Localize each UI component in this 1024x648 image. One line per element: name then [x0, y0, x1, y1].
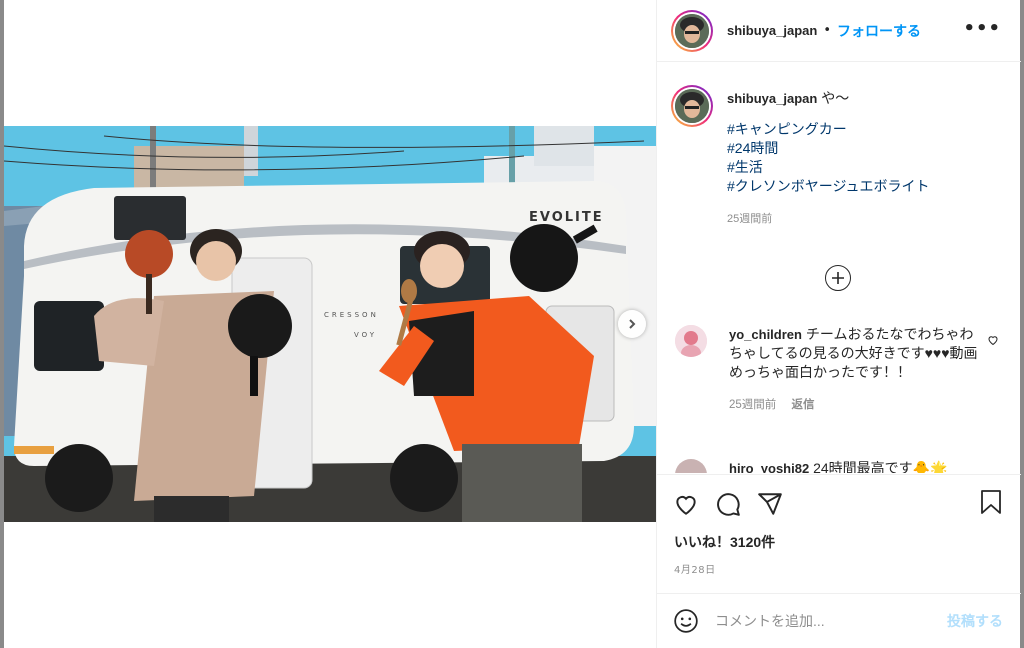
post-header: shibuya_japan • フォローする ••• [657, 0, 1021, 62]
like-button[interactable] [673, 491, 699, 517]
add-comment-bar: 投稿する [657, 593, 1021, 648]
hashtag-list: #キャンピングカー #24時間 #生活 #クレソンボヤージュエボライト [727, 120, 997, 196]
smiley-icon [674, 609, 698, 633]
more-options-button[interactable]: ••• [963, 18, 1001, 39]
comment-input[interactable] [715, 613, 925, 629]
next-photo-button[interactable] [618, 310, 646, 338]
van-side-text-2: VOY [354, 331, 377, 339]
bookmark-icon [981, 490, 1001, 514]
caption-timestamp[interactable]: 25週間前 [727, 210, 997, 229]
action-bar [657, 474, 1021, 532]
van-side-text: CRESSON [324, 311, 379, 319]
van-brand-text: EVOLITE [529, 210, 604, 225]
caption-username[interactable]: shibuya_japan [727, 91, 817, 106]
hashtag-link[interactable]: #24時間 [727, 139, 997, 158]
commenter-avatar[interactable] [675, 459, 707, 473]
comment-item: hiro_yoshi82 24時間最高です🐥🌟 [675, 459, 1015, 473]
post-date[interactable]: 4月28日 [674, 561, 716, 576]
plus-icon [832, 272, 844, 284]
paper-plane-icon [758, 492, 782, 515]
hashtag-link[interactable]: #生活 [727, 158, 997, 177]
more-icon: ••• [963, 18, 1001, 39]
comment-timestamp[interactable]: 25週間前 [729, 399, 776, 411]
comment-text: 24時間最高です🐥🌟 [813, 460, 948, 473]
save-button[interactable] [979, 489, 1003, 519]
commenter-avatar[interactable] [675, 325, 707, 357]
post-photo[interactable]: CRESSON VOY EVOLITE [4, 126, 656, 522]
caption: shibuya_japan や〜 #キャンピングカー #24時間 #生活 #クレ… [671, 85, 997, 229]
heart-outline-icon [988, 336, 998, 346]
author-username[interactable]: shibuya_japan [727, 23, 817, 38]
caption-text: や〜 [821, 90, 850, 106]
post-comment-button[interactable]: 投稿する [947, 611, 1003, 631]
hashtag-link[interactable]: #キャンピングカー [727, 120, 997, 139]
commenter-username[interactable]: yo_children [729, 327, 802, 342]
post-media: CRESSON VOY EVOLITE [4, 0, 656, 648]
caption-avatar[interactable] [671, 85, 713, 127]
share-button[interactable] [757, 491, 783, 517]
emoji-button[interactable] [673, 608, 699, 634]
post-sidebar: shibuya_japan • フォローする ••• shibuya_japan… [656, 0, 1021, 648]
reply-button[interactable]: 返信 [792, 399, 815, 411]
comment-item: yo_children チームおるたなでわちゃわちゃしてるの見るの大好きです♥♥… [675, 325, 1015, 415]
hashtag-link[interactable]: #クレソンボヤージュエボライト [727, 177, 997, 196]
heart-icon [676, 495, 696, 515]
author-avatar[interactable] [671, 9, 713, 52]
separator-dot: • [823, 23, 831, 38]
follow-button[interactable]: フォローする [837, 21, 921, 41]
commenter-username[interactable]: hiro_yoshi82 [729, 461, 809, 473]
comments-section: shibuya_japan や〜 #キャンピングカー #24時間 #生活 #クレ… [657, 63, 1021, 473]
comment-bubble-icon [717, 492, 740, 516]
comment-button[interactable] [715, 491, 741, 517]
likes-count[interactable]: いいね！3120件 [674, 532, 775, 552]
chevron-right-icon [629, 319, 636, 329]
like-comment-button[interactable] [987, 331, 999, 350]
load-more-comments-button[interactable] [825, 265, 851, 291]
